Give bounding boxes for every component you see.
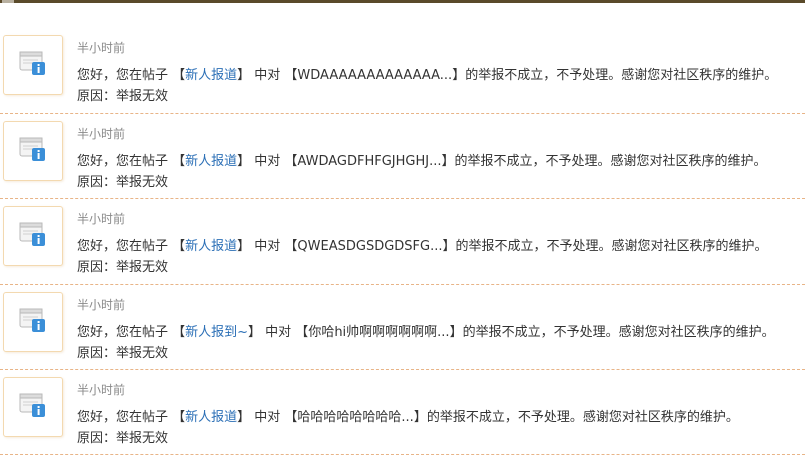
top-border — [0, 0, 805, 3]
window-info-icon — [3, 206, 63, 266]
notification-item: 半小时前 您好，您在帖子 【新人报道】 中对 【WDAAAAAAAAAAAAA.… — [0, 28, 805, 114]
notification-item: 半小时前 您好，您在帖子 【新人报道】 中对 【哈哈哈哈哈哈哈哈...】的举报不… — [0, 370, 805, 455]
window-info-icon — [3, 35, 63, 95]
window-info-icon — [3, 377, 63, 437]
message-suffix: 】的举报不成立，不予处理。感谢您对社区秩序的维护。 — [442, 239, 768, 254]
reported-content: 哈哈哈哈哈哈哈哈... — [297, 410, 414, 425]
message-suffix: 】的举报不成立，不予处理。感谢您对社区秩序的维护。 — [441, 153, 767, 169]
reported-content: 你哈hi帅啊啊啊啊啊啊... — [308, 324, 450, 340]
notification-item: 半小时前 您好，您在帖子 【新人报道】 中对 【QWEASDGSDGDSFG..… — [0, 199, 805, 285]
message-middle: 】 中对 【 — [248, 324, 309, 340]
notification-time: 半小时前 — [77, 126, 126, 141]
post-link[interactable]: 新人报到~ — [185, 325, 248, 340]
window-info-icon — [3, 291, 63, 352]
message-prefix: 您好，您在帖子 【 — [77, 410, 186, 425]
message-middle: 】 中对 【 — [237, 153, 298, 169]
reported-content: WDAAAAAAAAAAAAA... — [297, 68, 453, 83]
notification-message: 您好，您在帖子 【新人报道】 中对 【哈哈哈哈哈哈哈哈...】的举报不成立，不予… — [77, 406, 739, 425]
notification-list: 半小时前 您好，您在帖子 【新人报道】 中对 【WDAAAAAAAAAAAAA.… — [0, 28, 805, 455]
post-link[interactable]: 新人报道 — [185, 154, 237, 169]
notification-message: 您好，您在帖子 【新人报道】 中对 【QWEASDGSDGDSFG...】的举报… — [77, 235, 768, 254]
post-link[interactable]: 新人报道 — [185, 68, 237, 83]
window-info-icon — [3, 120, 63, 181]
notification-message: 您好，您在帖子 【新人报道】 中对 【AWDAGDFHFGJHGHJ...】的举… — [77, 150, 767, 169]
notification-time: 半小时前 — [77, 212, 126, 226]
message-suffix: 】的举报不成立，不予处理。感谢您对社区秩序的维护。 — [449, 324, 775, 340]
notification-item: 半小时前 您好，您在帖子 【新人报到~】 中对 【你哈hi帅啊啊啊啊啊啊...】… — [0, 285, 805, 370]
message-prefix: 您好，您在帖子 【 — [77, 239, 186, 254]
message-suffix: 】的举报不成立，不予处理。感谢您对社区秩序的维护。 — [413, 410, 739, 425]
notification-item: 半小时前 您好，您在帖子 【新人报道】 中对 【AWDAGDFHFGJHGHJ.… — [0, 114, 805, 199]
top-corner-mark — [2, 0, 14, 3]
notification-message: 您好，您在帖子 【新人报道】 中对 【WDAAAAAAAAAAAAA...】的举… — [77, 64, 777, 83]
message-prefix: 您好，您在帖子 【 — [77, 153, 186, 169]
post-link[interactable]: 新人报道 — [185, 410, 237, 425]
notification-reason: 原因：举报无效 — [77, 431, 169, 446]
notification-reason: 原因：举报无效 — [77, 174, 169, 190]
message-middle: 】 中对 【 — [237, 410, 298, 425]
notification-time: 半小时前 — [77, 297, 126, 312]
notification-message: 您好，您在帖子 【新人报到~】 中对 【你哈hi帅啊啊啊啊啊啊...】的举报不成… — [77, 321, 775, 340]
message-middle: 】 中对 【 — [237, 239, 298, 254]
notification-reason: 原因：举报无效 — [77, 260, 169, 275]
message-prefix: 您好，您在帖子 【 — [77, 324, 186, 340]
message-middle: 】 中对 【 — [237, 68, 298, 83]
notification-reason: 原因：举报无效 — [77, 89, 169, 104]
message-prefix: 您好，您在帖子 【 — [77, 68, 186, 83]
message-suffix: 】的举报不成立，不予处理。感谢您对社区秩序的维护。 — [452, 68, 778, 83]
notification-reason: 原因：举报无效 — [77, 345, 169, 361]
notification-time: 半小时前 — [77, 383, 126, 397]
reported-content: QWEASDGSDGDSFG... — [297, 239, 443, 254]
notification-time: 半小时前 — [77, 41, 126, 55]
post-link[interactable]: 新人报道 — [185, 239, 237, 254]
reported-content: AWDAGDFHFGJHGHJ... — [297, 153, 442, 169]
